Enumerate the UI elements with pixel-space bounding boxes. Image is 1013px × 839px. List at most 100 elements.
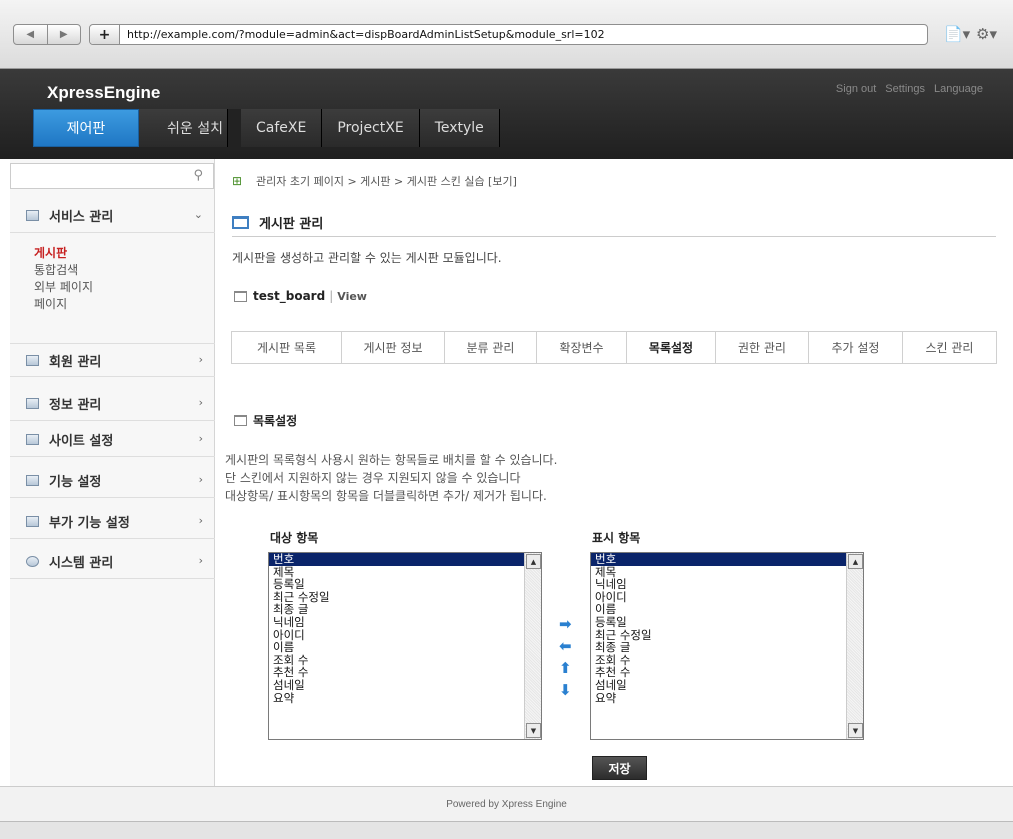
scroll-up-icon[interactable]: ▲ [848,554,863,569]
sidebar-section-label: 사이트 설정 [49,434,114,449]
global-nav: 제어판 쉬운 설치 CafeXE ProjectXE Textyle [33,109,500,147]
list-item[interactable]: 섬네일 [269,679,541,692]
tab-skin-manage[interactable]: 스킨 관리 [903,332,996,363]
sidebar-section-member[interactable]: 회원 관리 › [10,343,215,377]
board-name: test_board [253,289,326,303]
move-buttons: ➡ ⬅ ⬆ ⬇ [559,617,572,698]
section-title-text: 목록설정 [253,414,298,428]
tools-gear-icon[interactable]: ⚙▾ [976,25,997,43]
section-window-icon [234,415,247,426]
tab-permissions[interactable]: 권한 관리 [716,332,809,363]
list-item[interactable]: 추천 수 [269,666,541,679]
language-link[interactable]: Language [934,83,983,95]
address-bar[interactable]: + http://example.com/?module=admin&act=d… [89,24,928,45]
arrow-down-icon[interactable]: ⬇ [559,683,572,698]
submenu-external-page[interactable]: 외부 페이지 [34,279,93,296]
breadcrumb-text[interactable]: 관리자 초기 페이지 > 게시판 > 게시판 스킨 실습 [보기] [256,173,517,189]
service-submenu: 게시판 통합검색 외부 페이지 페이지 [34,245,93,313]
sidebar-section-system[interactable]: 시스템 관리 › [10,545,215,579]
board-window-icon [234,290,247,302]
list-item[interactable]: 최근 수정일 [269,591,541,604]
breadcrumb: ⊞ 관리자 초기 페이지 > 게시판 > 게시판 스킨 실습 [보기] [232,173,517,189]
list-item[interactable]: 최종 글 [591,641,863,654]
chevron-right-icon: › [198,554,203,567]
back-icon[interactable]: ◀ [14,25,47,44]
arrow-right-icon[interactable]: ➡ [559,617,572,632]
list-item[interactable]: 번호 [591,553,863,566]
list-item[interactable]: 이름 [591,603,863,616]
gnb-control-panel[interactable]: 제어판 [33,109,139,147]
list-item[interactable]: 번호 [269,553,541,566]
site-logo[interactable]: XpressEngine [47,83,160,103]
list-item[interactable]: 닉네임 [591,578,863,591]
info-icon [26,398,39,409]
module-description: 게시판을 생성하고 관리할 수 있는 게시판 모듈입니다. [232,251,502,265]
feature-icon [26,475,39,486]
tab-extra-vars[interactable]: 확장변수 [537,332,627,363]
site-icon [26,434,39,445]
list-item[interactable]: 아이디 [269,629,541,642]
display-items-listbox[interactable]: 번호 제목 닉네임 아이디 이름 등록일 최근 수정일 최종 글 조회 수 추천… [590,552,864,740]
listbox-scrollbar[interactable]: ▲ ▼ [846,553,863,739]
search-icon[interactable]: ⚲ [193,168,203,183]
sidebar-section-site[interactable]: 사이트 설정 › [10,423,215,457]
gnb-textyle[interactable]: Textyle [419,109,500,147]
arrow-left-icon[interactable]: ⬅ [559,639,572,654]
list-item[interactable]: 등록일 [269,578,541,591]
list-item[interactable]: 등록일 [591,616,863,629]
sitemap-icon: ⊞ [232,174,243,188]
sidebar-section-info[interactable]: 정보 관리 › [10,387,215,421]
arrow-up-icon[interactable]: ⬆ [559,661,572,676]
nav-button-group: ◀ ▶ [13,24,81,45]
add-bookmark-icon[interactable]: + [90,25,120,44]
help-line: 단 스킨에서 지원하지 않는 경우 지원되지 않을 수 있습니다 [225,471,521,485]
submenu-integrated-search[interactable]: 통합검색 [34,262,93,279]
list-item[interactable]: 조회 수 [591,654,863,667]
list-item[interactable]: 닉네임 [269,616,541,629]
board-view-link[interactable]: View [337,290,367,303]
submenu-board[interactable]: 게시판 [34,245,93,262]
footer-text: Powered by Xpress Engine [446,798,567,810]
list-item[interactable]: 요약 [591,692,863,705]
display-items-label: 표시 항목 [592,531,641,545]
tab-category[interactable]: 분류 관리 [445,332,537,363]
help-line: 게시판의 목록형식 사용시 원하는 항목들로 배치를 할 수 있습니다. [225,453,558,467]
list-item[interactable]: 제목 [269,566,541,579]
save-button[interactable]: 저장 [592,756,647,780]
url-text[interactable]: http://example.com/?module=admin&act=dis… [120,28,605,41]
sign-out-link[interactable]: Sign out [836,83,876,95]
settings-link[interactable]: Settings [885,83,925,95]
list-item[interactable]: 아이디 [591,591,863,604]
sidebar-section-addon[interactable]: 부가 기능 설정 › [10,505,215,539]
list-item[interactable]: 요약 [269,692,541,705]
list-item[interactable]: 제목 [591,566,863,579]
tab-board-info[interactable]: 게시판 정보 [342,332,445,363]
page-menu-icon[interactable]: 📄▾ [944,25,970,43]
chevron-right-icon: › [198,396,203,409]
tab-additional-settings[interactable]: 추가 설정 [809,332,903,363]
tab-board-list[interactable]: 게시판 목록 [232,332,342,363]
list-item[interactable]: 섬네일 [591,679,863,692]
forward-icon[interactable]: ▶ [46,25,81,44]
submenu-page[interactable]: 페이지 [34,296,93,313]
scroll-down-icon[interactable]: ▼ [848,723,863,738]
target-items-listbox[interactable]: 번호 제목 등록일 최근 수정일 최종 글 닉네임 아이디 이름 조회 수 추천… [268,552,542,740]
scroll-up-icon[interactable]: ▲ [526,554,541,569]
gnb-spacer [228,109,241,147]
list-item[interactable]: 최종 글 [269,603,541,616]
gnb-easy-install[interactable]: 쉬운 설치 [139,109,228,147]
scroll-down-icon[interactable]: ▼ [526,723,541,738]
listbox-scrollbar[interactable]: ▲ ▼ [524,553,541,739]
list-item[interactable]: 이름 [269,641,541,654]
sidebar-search-input[interactable]: ⚲ [10,163,214,189]
list-item[interactable]: 추천 수 [591,666,863,679]
gnb-cafexe[interactable]: CafeXE [241,109,323,147]
gnb-projectxe[interactable]: ProjectXE [322,109,420,147]
account-links: Sign out Settings Language [836,83,983,95]
sidebar-section-service[interactable]: 서비스 관리 ⌄ [10,199,215,233]
sidebar-section-feature[interactable]: 기능 설정 › [10,464,215,498]
tab-list-setup[interactable]: 목록설정 [627,332,716,363]
list-item[interactable]: 조회 수 [269,654,541,667]
list-item[interactable]: 최근 수정일 [591,629,863,642]
target-items-label: 대상 항목 [270,531,319,545]
